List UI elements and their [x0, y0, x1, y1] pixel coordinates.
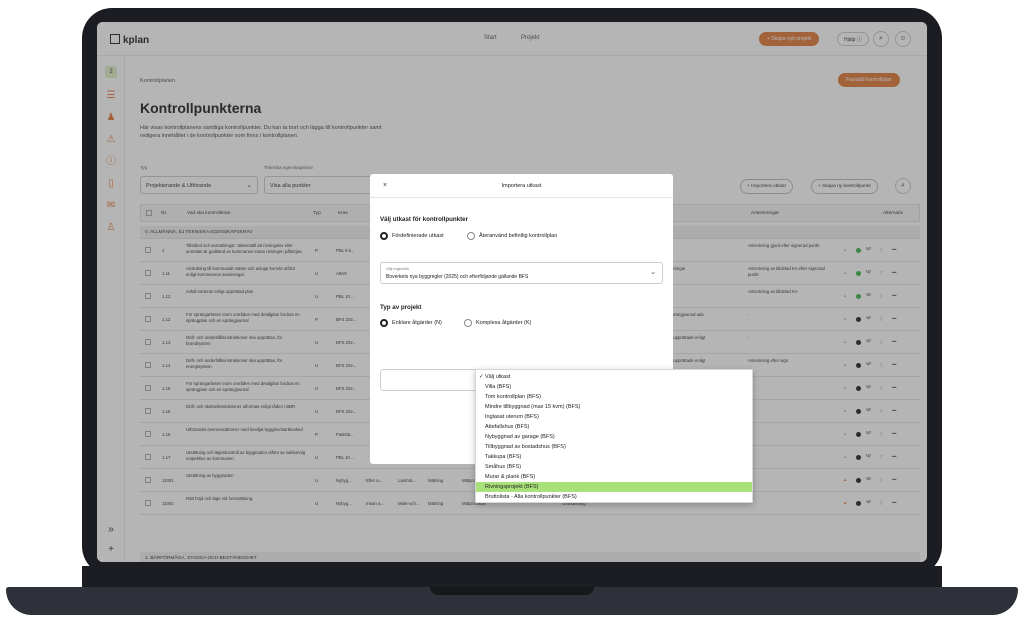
template-section-heading: Välj utkast för kontrollpunkter: [380, 216, 469, 223]
draft-dropdown-list: ✓ Välj utkast Villa (BFS) Tom kontrollplan …: [475, 369, 753, 503]
dropdown-option-label: Inglasat uterum (BFS): [485, 414, 539, 420]
app-screen: kplan Start Projekt + Skapa nytt projekt…: [97, 22, 927, 562]
dropdown-option-label: Attefallshus (BFS): [485, 424, 530, 430]
dropdown-option-label: Rivningsprojekt (BFS): [485, 484, 539, 490]
dropdown-option-label: Bruttolista - Alla kontrollpunkter (BFS): [485, 494, 577, 500]
dropdown-option[interactable]: Attefallshus (BFS): [476, 422, 752, 432]
radio-predefined-label[interactable]: Fördefinierade utkast: [392, 233, 444, 239]
radio-reuse-label[interactable]: Återanvänd befintlig kontrollplan: [479, 233, 557, 239]
chevron-down-icon: ⌄: [650, 269, 656, 276]
dropdown-option[interactable]: ✓ Välj utkast: [476, 372, 752, 382]
project-type-heading: Typ av projekt: [380, 304, 422, 311]
radio-complex[interactable]: [464, 319, 472, 327]
dropdown-option[interactable]: Inglasat uterum (BFS): [476, 412, 752, 422]
dropdown-option[interactable]: Rivningsprojekt (BFS): [476, 482, 752, 492]
radio-complex-label[interactable]: Komplexa åtgärder (K): [476, 320, 531, 326]
laptop-notch: [430, 587, 594, 595]
dropdown-option-label: Välj utkast: [485, 374, 511, 380]
dropdown-option-label: Småhus (BFS): [485, 464, 522, 470]
radio-reuse[interactable]: [467, 232, 475, 240]
dropdown-option-label: Takkupa (BFS): [485, 454, 522, 460]
radio-simple[interactable]: [380, 319, 388, 327]
dropdown-option[interactable]: Murar & plank (BFS): [476, 472, 752, 482]
dropdown-option[interactable]: Tillbyggnad av bostadshus (BFS): [476, 442, 752, 452]
dropdown-option[interactable]: Takkupa (BFS): [476, 452, 752, 462]
dropdown-option-label: Mindre tillbyggnad (max 15 kvm) (BFS): [485, 404, 581, 410]
ruleset-select-value: Boverkets nya byggregler (2025) och efte…: [386, 274, 529, 280]
dropdown-option-label: Villa (BFS): [485, 384, 512, 390]
dropdown-option-label: Tom kontrollplan (BFS): [485, 394, 541, 400]
dropdown-option-label: Tillbyggnad av bostadshus (BFS): [485, 444, 566, 450]
dropdown-option[interactable]: Tom kontrollplan (BFS): [476, 392, 752, 402]
dropdown-option[interactable]: Mindre tillbyggnad (max 15 kvm) (BFS): [476, 402, 752, 412]
check-icon: ✓: [479, 374, 484, 380]
dropdown-option[interactable]: Bruttolista - Alla kontrollpunkter (BFS): [476, 492, 752, 502]
dropdown-option-label: Murar & plank (BFS): [485, 474, 536, 480]
ruleset-select[interactable]: Välj regelverk Boverkets nya byggregler …: [380, 262, 663, 284]
dropdown-option[interactable]: Småhus (BFS): [476, 462, 752, 472]
ruleset-select-label: Välj regelverk: [386, 267, 410, 271]
radio-simple-label[interactable]: Enklare åtgärder (N): [392, 320, 442, 326]
dropdown-option[interactable]: Nybyggnad av garage (BFS): [476, 432, 752, 442]
modal-header: × Importera utkast: [370, 174, 673, 198]
radio-predefined[interactable]: [380, 232, 388, 240]
modal-title: Importera utkast: [501, 183, 542, 189]
dropdown-option-label: Nybyggnad av garage (BFS): [485, 434, 555, 440]
dropdown-option[interactable]: Villa (BFS): [476, 382, 752, 392]
